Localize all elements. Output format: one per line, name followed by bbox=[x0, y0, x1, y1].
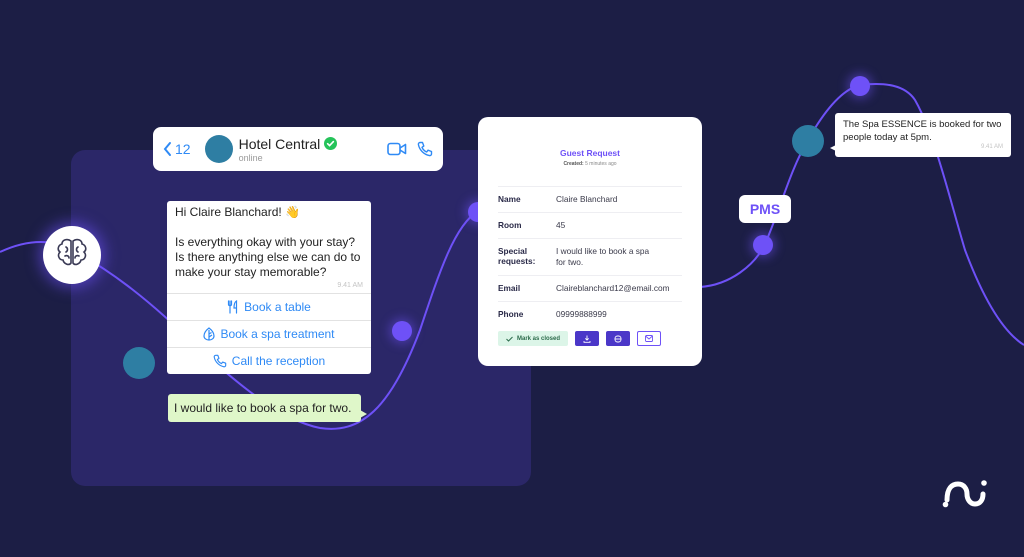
print-button[interactable] bbox=[606, 331, 631, 346]
user-reply-text: I would like to book a spa for two. bbox=[174, 401, 352, 415]
fork-knife-icon bbox=[228, 300, 238, 314]
field-value: I would like to book a spa for two. bbox=[556, 246, 650, 267]
created-info: Created: 5 minutes ago bbox=[498, 161, 682, 167]
spa-confirmation-bubble: The Spa ESSENCE is booked for two people… bbox=[830, 113, 1011, 157]
field-value: 09999888999 bbox=[556, 309, 607, 319]
field-row-phone: Phone 09999888999 bbox=[498, 301, 682, 327]
brand-logo-icon bbox=[942, 478, 988, 513]
quick-reply-label: Book a spa treatment bbox=[220, 327, 335, 341]
message-time: 9.41 AM bbox=[337, 282, 363, 289]
brain-icon bbox=[54, 237, 90, 274]
created-label: Created: bbox=[563, 161, 584, 167]
field-row-name: Name Claire Blanchard bbox=[498, 186, 682, 212]
print-icon bbox=[614, 335, 622, 342]
user-avatar-dot bbox=[123, 347, 155, 379]
field-key: Name bbox=[498, 194, 521, 204]
field-key: Email bbox=[498, 283, 521, 293]
unread-count: 12 bbox=[175, 141, 191, 157]
check-icon bbox=[506, 336, 513, 342]
message-body: Is everything okay with your stay? Is th… bbox=[175, 235, 361, 279]
quick-reply-label: Book a table bbox=[244, 300, 311, 314]
flow-node bbox=[850, 76, 870, 96]
chevron-left-icon bbox=[163, 142, 171, 156]
hotel-message-bubble: Hi Claire Blanchard! 👋 Is everything oka… bbox=[167, 201, 371, 374]
spa-confirmation-text: The Spa ESSENCE is booked for two people… bbox=[843, 119, 1002, 143]
quick-reply-label: Call the reception bbox=[231, 354, 326, 368]
field-key: Phone bbox=[498, 309, 524, 319]
download-icon bbox=[583, 335, 591, 343]
field-value: Claireblanchard12@email.com bbox=[556, 283, 670, 293]
back-button[interactable]: 12 bbox=[163, 141, 191, 157]
field-key: Special requests: bbox=[498, 246, 536, 266]
phone-icon bbox=[213, 354, 227, 368]
flow-node bbox=[392, 321, 412, 341]
card-title: Guest Request bbox=[560, 148, 620, 158]
field-value: Claire Blanchard bbox=[556, 194, 618, 204]
message-greeting: Hi Claire Blanchard! 👋 bbox=[175, 205, 300, 219]
chat-header: 12 Hotel Central online bbox=[153, 127, 443, 171]
quick-reply-book-spa[interactable]: Book a spa treatment bbox=[167, 320, 371, 347]
phone-icon[interactable] bbox=[417, 141, 433, 157]
mark-as-closed-button[interactable]: Mark as closed bbox=[498, 331, 569, 346]
guest-request-card: Guest Request Created: 5 minutes ago Nam… bbox=[478, 117, 702, 366]
ai-brain-badge bbox=[43, 226, 101, 284]
check-badge-icon bbox=[324, 137, 338, 150]
download-button[interactable] bbox=[575, 331, 600, 346]
field-key: Room bbox=[498, 220, 522, 230]
hotel-avatar bbox=[204, 135, 233, 163]
email-button[interactable] bbox=[637, 331, 662, 346]
user-reply-bubble: I would like to book a spa for two. bbox=[168, 394, 368, 422]
chat-status: online bbox=[238, 152, 263, 163]
field-row-email: Email Claireblanchard12@email.com bbox=[498, 275, 682, 301]
hotel-avatar-dot bbox=[792, 125, 824, 157]
mail-icon bbox=[645, 335, 653, 342]
quick-reply-book-table[interactable]: Book a table bbox=[167, 293, 371, 320]
leaf-icon bbox=[203, 327, 216, 341]
pms-label-badge: PMS bbox=[739, 195, 791, 223]
chat-title: Hotel Central bbox=[238, 135, 321, 152]
field-row-special-requests: Special requests: I would like to book a… bbox=[498, 238, 682, 275]
field-value: 45 bbox=[556, 220, 566, 230]
spa-confirmation-time: 9.41 AM bbox=[980, 144, 1003, 150]
field-row-room: Room 45 bbox=[498, 212, 682, 238]
flow-node bbox=[753, 235, 773, 255]
created-value: 5 minutes ago bbox=[585, 161, 617, 167]
mark-closed-label: Mark as closed bbox=[517, 335, 561, 342]
quick-reply-call-reception[interactable]: Call the reception bbox=[167, 347, 371, 374]
video-camera-icon[interactable] bbox=[387, 142, 407, 156]
